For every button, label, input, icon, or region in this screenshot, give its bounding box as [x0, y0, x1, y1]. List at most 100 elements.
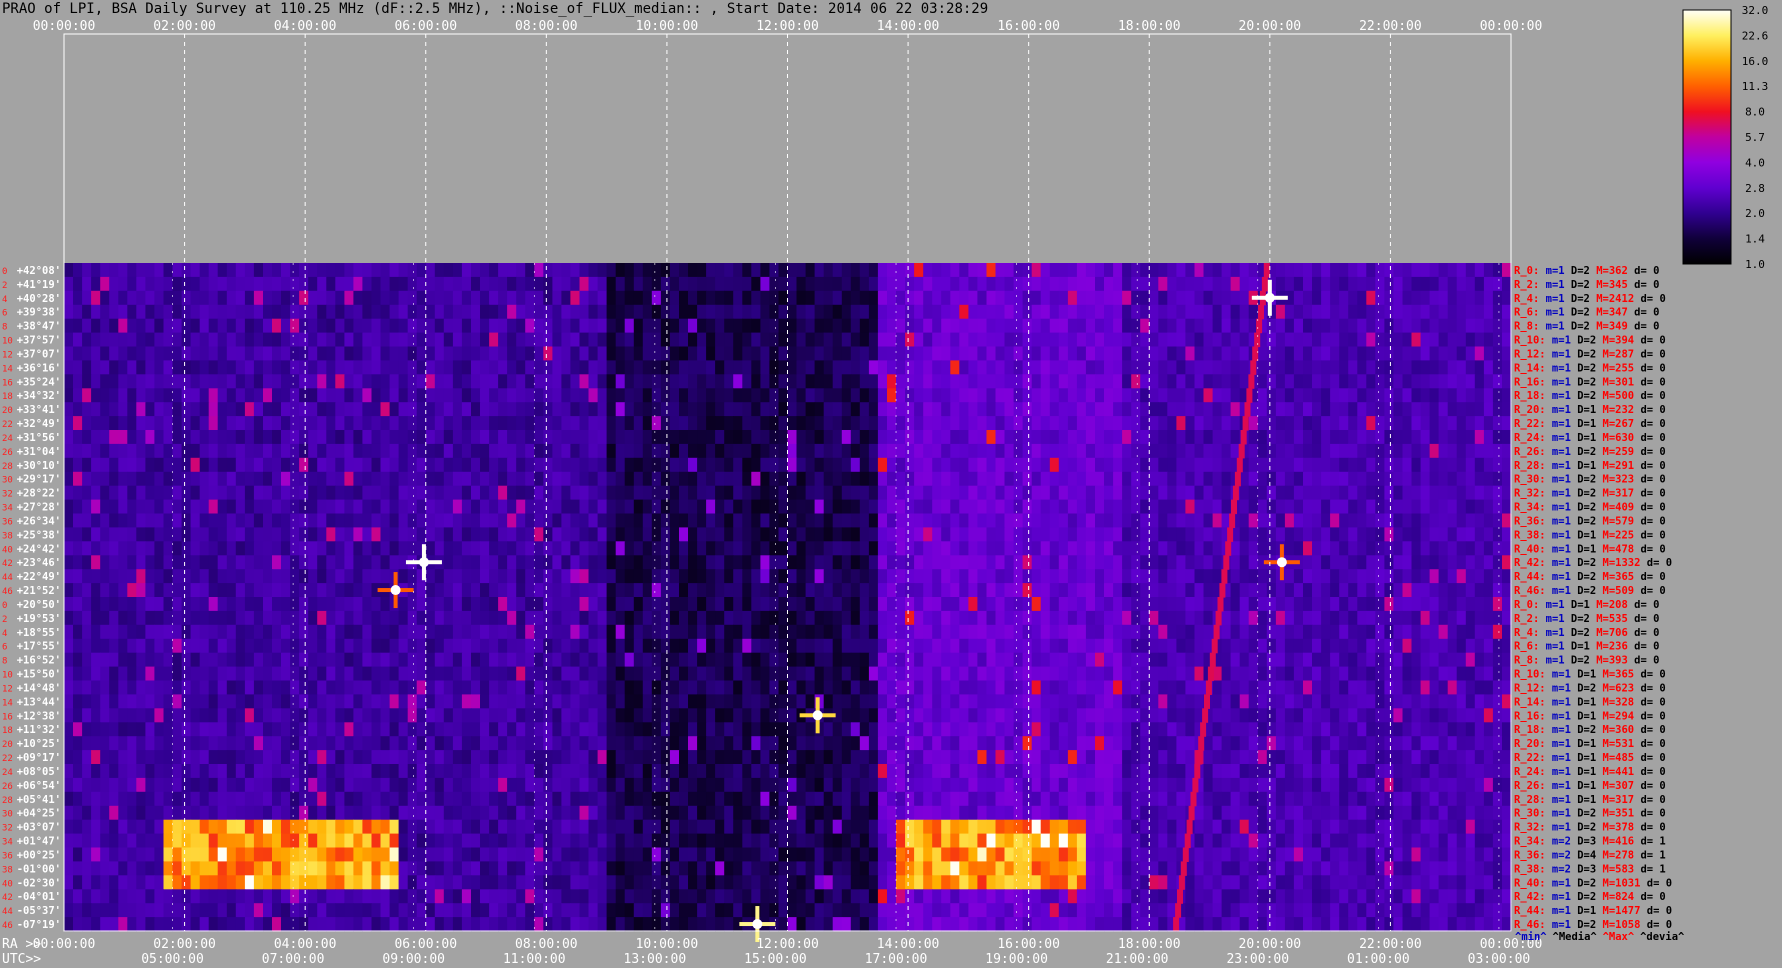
heat-cell [1303, 374, 1313, 389]
heat-cell [326, 374, 336, 389]
heat-cell [199, 638, 210, 654]
heat-cell [1167, 374, 1177, 389]
heat-cell [1303, 666, 1313, 682]
heat-cell [1113, 541, 1123, 556]
heat-cell [353, 290, 363, 306]
heat-cell [832, 402, 843, 417]
heat-cell [1384, 388, 1394, 403]
heat-cell [1085, 597, 1096, 612]
heat-cell [299, 569, 309, 584]
heat-cell [841, 485, 852, 501]
heat-cell [163, 457, 174, 473]
heat-cell [1140, 457, 1150, 473]
heat-cell [1158, 304, 1168, 320]
heat-cell [163, 541, 174, 556]
heat-cell [850, 680, 861, 695]
heat-cell [371, 471, 382, 487]
heat-cell [109, 346, 119, 361]
heat-cell [1321, 402, 1331, 417]
heat-cell [642, 499, 653, 515]
heat-cell [787, 290, 798, 306]
heat-cell [1221, 430, 1232, 445]
heat-cell [335, 513, 345, 528]
heat-cell [1366, 680, 1376, 695]
heat-cell [1275, 304, 1286, 320]
heat-cell [1158, 597, 1168, 612]
heat-cell [1113, 443, 1123, 459]
heat-cell [868, 485, 879, 501]
heat-cell [688, 555, 698, 570]
heat-cell [859, 276, 870, 292]
heat-cell [905, 304, 915, 320]
heat-cell [290, 541, 300, 556]
heat-cell [326, 346, 336, 361]
heat-cell [1067, 610, 1078, 626]
heat-cell [244, 263, 255, 278]
heat-cell [452, 541, 463, 556]
heat-cell [877, 652, 888, 668]
heat-cell [868, 263, 879, 278]
heat-cell [1474, 555, 1485, 570]
heat-cell [633, 290, 644, 306]
heat-cell [226, 457, 237, 473]
heat-cell [1176, 388, 1186, 403]
heat-cell [1158, 666, 1168, 682]
heat-cell [1104, 680, 1114, 695]
heat-cell [814, 527, 825, 542]
heat-cell [751, 360, 761, 375]
heat-cell [941, 402, 951, 417]
heat-cell [642, 680, 653, 695]
heat-cell [1167, 499, 1177, 515]
heat-cell [841, 263, 852, 278]
heat-cell [190, 666, 201, 682]
heat-cell [1393, 499, 1403, 515]
heat-cell [226, 485, 237, 501]
heat-cell [543, 541, 553, 556]
heat-cell [154, 624, 164, 640]
heat-cell [1384, 374, 1394, 389]
heat-cell [579, 666, 590, 682]
heat-cell [688, 290, 698, 306]
heat-cell [498, 471, 508, 487]
heat-cell [977, 680, 987, 695]
heat-cell [253, 680, 264, 695]
heat-cell [1194, 457, 1205, 473]
heat-cell [941, 680, 951, 695]
heat-cell [109, 638, 119, 654]
heat-cell [425, 527, 436, 542]
heat-cell [1158, 555, 1168, 570]
heat-cell [1031, 638, 1042, 654]
heat-cell [914, 499, 924, 515]
heat-cell [1022, 652, 1033, 668]
heat-cell [896, 276, 906, 292]
heat-cell [145, 638, 155, 654]
heat-cell [679, 485, 689, 501]
heat-cell [923, 263, 933, 278]
heat-cell [914, 569, 924, 584]
heat-cell [362, 513, 372, 528]
heat-cell [877, 541, 888, 556]
heat-cell [434, 527, 445, 542]
heat-cell [986, 583, 997, 598]
heat-cell [525, 610, 535, 626]
heat-cell [407, 610, 418, 626]
heat-cell [353, 583, 363, 598]
heat-cell [1339, 443, 1349, 459]
heat-cell [1312, 624, 1322, 640]
heat-cell [199, 416, 210, 431]
heat-cell [1076, 374, 1087, 389]
heat-cell [471, 360, 481, 375]
heat-cell [914, 666, 924, 682]
heat-cell [932, 569, 942, 584]
heat-cell [1284, 652, 1295, 668]
heat-cell [1104, 610, 1114, 626]
heat-cell [923, 290, 933, 306]
heat-cell [317, 388, 327, 403]
heat-cell [416, 499, 427, 515]
heat-cell [588, 638, 599, 654]
heat-cell [534, 624, 544, 640]
heat-cell [986, 499, 997, 515]
heat-cell [1067, 569, 1078, 584]
heat-cell [235, 318, 246, 334]
heat-cell [1465, 304, 1476, 320]
